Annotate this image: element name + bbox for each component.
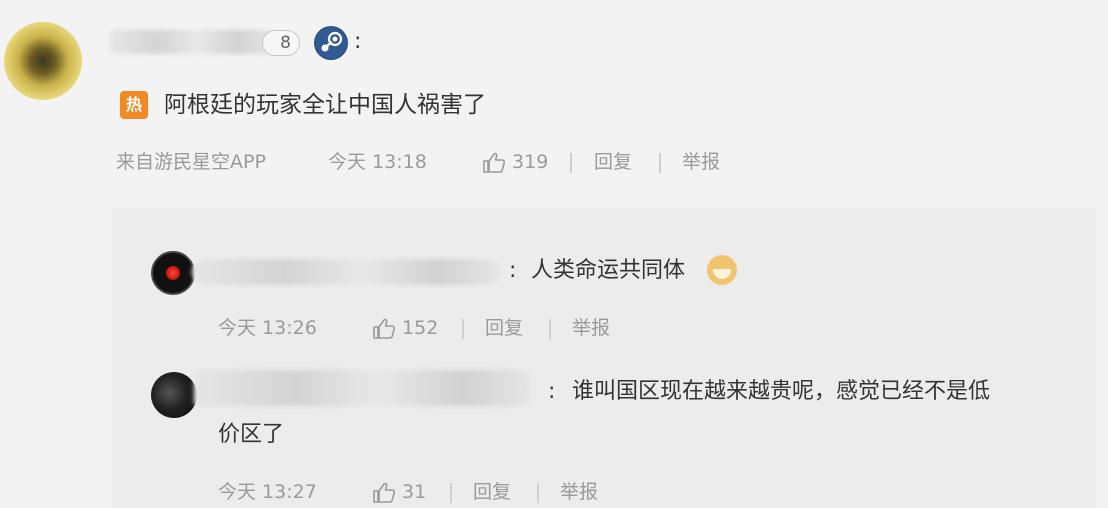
username-colon: : [354,29,362,54]
reply-reply-button[interactable]: 回复 [473,479,511,505]
reply-time: 今天 13:27 [218,481,317,503]
reply-text: 人类命运共同体 [531,258,686,283]
hot-badge-icon: 热 [120,91,148,119]
reply-reply-button[interactable]: 回复 [485,315,523,341]
divider [462,319,464,339]
reply-like-button[interactable]: 152 [372,315,438,341]
steam-icon [314,26,348,60]
reply-username-blurred[interactable] [192,259,500,285]
reply-text-line2: 价区了 [218,422,285,447]
reply-like-button[interactable]: 31 [372,479,426,505]
user-avatar[interactable] [4,22,82,100]
reply-username-blurred[interactable] [194,370,530,406]
reply-button[interactable]: 回复 [594,149,632,175]
divider [549,319,551,339]
username-blurred[interactable] [110,30,270,54]
like-count: 319 [512,151,549,173]
reply-colon: : [548,379,556,404]
divider [570,153,572,173]
reply-like-count: 31 [402,481,427,503]
reply-avatar[interactable] [151,372,197,418]
thumbs-up-icon [373,318,396,339]
divider [659,153,661,173]
reply-report-button[interactable]: 举报 [560,479,598,505]
reply-colon: : [509,258,517,283]
replies-container [112,208,1096,508]
reply-report-button[interactable]: 举报 [572,315,610,341]
divider [537,483,539,503]
report-button[interactable]: 举报 [682,149,720,175]
divider [450,483,452,503]
thumbs-up-icon [373,482,396,503]
reply-avatar[interactable] [151,251,195,295]
comment-text: 阿根廷的玩家全让中国人祸害了 [164,92,486,118]
reply-text-line1: 谁叫国区现在越来越贵呢，感觉已经不是低 [572,379,991,404]
user-level-badge: 8 [262,30,300,56]
comment-source: 来自游民星空APP [116,151,266,173]
comment-time: 今天 13:18 [328,151,427,173]
reply-like-count: 152 [402,317,439,339]
reply-time: 今天 13:26 [218,317,317,339]
thumbs-up-icon [483,152,506,173]
dog-face-emoji-icon [707,255,737,285]
like-button[interactable]: 319 [482,149,548,175]
